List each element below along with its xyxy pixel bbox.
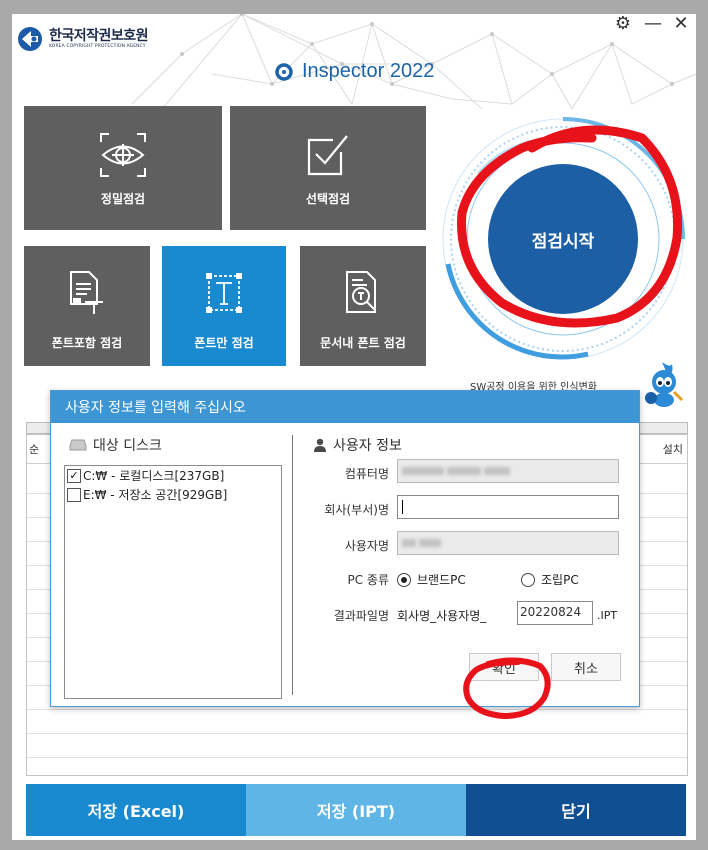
result-file-prefix: 회사명_사용자명_ bbox=[397, 609, 487, 623]
cancel-button[interactable]: 취소 bbox=[551, 653, 621, 681]
minimize-button[interactable]: — bbox=[642, 14, 664, 34]
result-date-input[interactable]: 20220824 bbox=[517, 601, 593, 625]
font-only-scan-tile[interactable]: 폰트만 점검 bbox=[162, 246, 286, 366]
settings-gear-icon[interactable]: ⚙ bbox=[612, 14, 634, 34]
brand-name: 한국저작권보호원 bbox=[49, 28, 149, 44]
product-title: Inspector 2022 bbox=[274, 60, 434, 83]
document-magnifier-icon bbox=[346, 271, 376, 313]
inspector-logo-icon bbox=[275, 62, 293, 81]
hard-disk-icon bbox=[69, 439, 87, 451]
company-label: 회사(부서)명 bbox=[324, 503, 389, 517]
user-name-label: 사용자명 bbox=[344, 539, 389, 553]
brand-logo: 한국저작권보호원 KOREA COPYRIGHT PROTECTION AGEN… bbox=[17, 26, 149, 52]
computer-name-label: 컴퓨터명 bbox=[344, 467, 389, 481]
save-ipt-button[interactable]: 저장 (IPT) bbox=[246, 784, 466, 836]
user-icon bbox=[314, 438, 326, 452]
disk-checkbox[interactable] bbox=[67, 487, 81, 502]
disk-section-label: 대상 디스크 bbox=[93, 438, 162, 454]
pc-type-assembled-radio[interactable]: 조립PC bbox=[521, 571, 579, 588]
pc-type-brand-radio[interactable]: 브랜드PC bbox=[397, 571, 466, 588]
tile-label: 폰트포함 점검 bbox=[51, 336, 123, 350]
document-font-icon bbox=[70, 271, 103, 314]
computer-name-field[interactable] bbox=[397, 459, 619, 483]
close-button[interactable]: 닫기 bbox=[466, 784, 686, 836]
grid-column-index: 순 bbox=[29, 443, 40, 456]
radio-selected bbox=[397, 572, 411, 587]
disk-item[interactable]: E:₩ - 저장소 공간[929GB] bbox=[65, 485, 281, 504]
start-scan-button[interactable]: 점검시작 bbox=[488, 164, 638, 314]
close-icon[interactable]: ✕ bbox=[670, 14, 692, 34]
product-name: Inspector 2022 bbox=[302, 60, 435, 82]
eye-target-icon bbox=[100, 133, 146, 177]
radio-label: 브랜드PC bbox=[417, 573, 466, 587]
tile-label: 정밀점검 bbox=[100, 192, 146, 206]
radio-label: 조립PC bbox=[541, 573, 579, 587]
disk-item[interactable]: ✓ C:₩ - 로컬디스크[237GB] bbox=[65, 466, 281, 485]
disk-section-heading: 대상 디스크 bbox=[69, 435, 162, 455]
user-info-dialog: 사용자 정보를 입력해 주십시오 대상 디스크 ✓ C:₩ - 로컬디스크[23… bbox=[50, 390, 640, 707]
checkbox-check-icon bbox=[307, 135, 348, 176]
section-divider bbox=[292, 435, 293, 695]
radio-unselected bbox=[521, 572, 535, 587]
company-input[interactable] bbox=[397, 495, 619, 519]
grid-column-install: 설치 bbox=[662, 443, 683, 456]
brand-logo-icon bbox=[18, 27, 42, 51]
user-section-heading: 사용자 정보 bbox=[313, 435, 402, 455]
pc-type-label: PC 종류 bbox=[347, 573, 389, 587]
tile-label: 선택점검 bbox=[305, 192, 351, 206]
font-selection-icon bbox=[206, 273, 242, 313]
disk-list: ✓ C:₩ - 로컬디스크[237GB] E:₩ - 저장소 공간[929GB] bbox=[64, 465, 282, 699]
precise-scan-tile[interactable]: 정밀점검 bbox=[24, 106, 222, 230]
disk-label: C:₩ - 로컬디스크[237GB] bbox=[83, 469, 225, 483]
font-include-scan-tile[interactable]: 폰트포함 점검 bbox=[24, 246, 150, 366]
result-file-extension: .IPT bbox=[597, 609, 618, 622]
tile-label: 문서내 폰트 점검 bbox=[320, 336, 406, 350]
user-name-field[interactable] bbox=[397, 531, 619, 555]
save-excel-button[interactable]: 저장 (Excel) bbox=[26, 784, 246, 836]
bottom-action-bar: 저장 (Excel) 저장 (IPT) 닫기 bbox=[26, 784, 686, 836]
dialog-title: 사용자 정보를 입력해 주십시오 bbox=[51, 391, 639, 423]
app-window: 한국저작권보호원 KOREA COPYRIGHT PROTECTION AGEN… bbox=[12, 14, 696, 840]
brand-name-english: KOREA COPYRIGHT PROTECTION AGENCY bbox=[49, 44, 146, 49]
document-font-scan-tile[interactable]: 문서내 폰트 점검 bbox=[300, 246, 426, 366]
tile-label: 폰트만 점검 bbox=[194, 336, 254, 350]
user-section-label: 사용자 정보 bbox=[333, 438, 402, 454]
disk-checkbox-checked[interactable]: ✓ bbox=[67, 468, 81, 483]
disk-label: E:₩ - 저장소 공간[929GB] bbox=[83, 488, 228, 502]
ok-button[interactable]: 확인 bbox=[469, 653, 539, 681]
selective-scan-tile[interactable]: 선택점검 bbox=[230, 106, 426, 230]
mascot-character-icon bbox=[645, 362, 684, 407]
result-file-label: 결과파일명 bbox=[333, 609, 389, 623]
